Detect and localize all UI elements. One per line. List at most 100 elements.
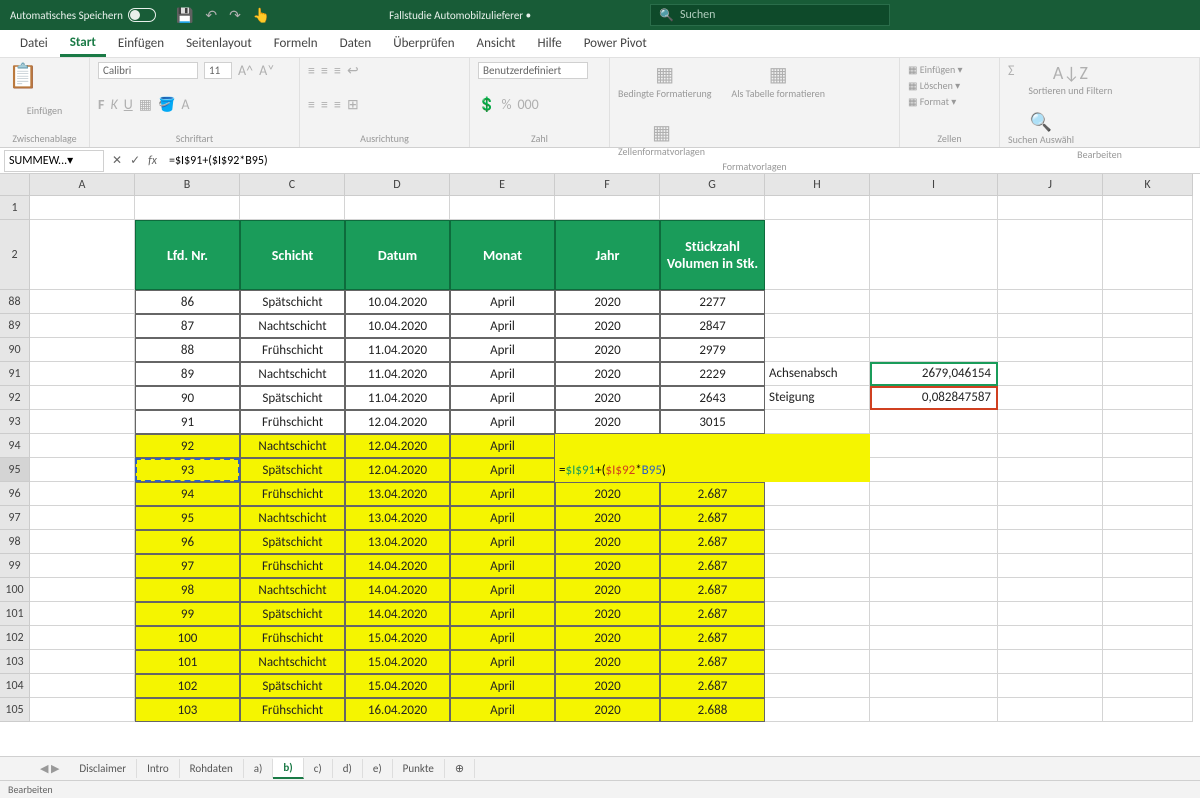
cell[interactable]: Frühschicht [240,338,345,362]
cell[interactable] [998,434,1103,458]
touch-icon[interactable]: 👆 [253,7,270,24]
border-icon[interactable]: ▦ [139,96,152,113]
cell[interactable]: 10.04.2020 [345,314,450,338]
col-header-A[interactable]: A [30,174,135,196]
align-mid-icon[interactable]: ≡ [321,62,328,79]
comma-icon[interactable]: 000 [517,96,538,113]
cell[interactable] [998,698,1103,722]
cell[interactable] [765,698,870,722]
cell[interactable]: 2643 [660,386,765,410]
accept-icon[interactable]: ✓ [130,153,140,168]
cell[interactable]: Spätschicht [240,602,345,626]
sheet-tab-e)[interactable]: e) [363,759,393,778]
font-name-select[interactable]: Calibri [98,62,198,79]
cell[interactable]: April [450,554,555,578]
cell[interactable] [30,650,135,674]
cell[interactable] [765,338,870,362]
cell[interactable]: Nachtschicht [240,362,345,386]
menu-tab-hilfe[interactable]: Hilfe [528,32,572,55]
cell-H1[interactable] [765,196,870,220]
cell-K2[interactable] [1103,220,1193,290]
cell[interactable]: Spätschicht [240,290,345,314]
cell[interactable]: 2020 [555,530,660,554]
cell[interactable]: April [450,482,555,506]
currency-icon[interactable]: 💲 [478,96,495,113]
cell[interactable]: 2020 [555,602,660,626]
cell[interactable]: April [450,578,555,602]
row-header-100[interactable]: 100 [0,578,30,602]
sheet-tab-Rohdaten[interactable]: Rohdaten [180,759,244,778]
cell[interactable] [30,338,135,362]
cell[interactable] [1103,674,1193,698]
fill-color-icon[interactable]: 🪣 [158,96,175,113]
cell[interactable] [998,578,1103,602]
cell[interactable]: 2679,046154 [870,362,998,386]
cell[interactable] [30,674,135,698]
menu-tab-überprüfen[interactable]: Überprüfen [383,32,464,55]
cell[interactable]: 97 [135,554,240,578]
cell[interactable]: 2.688 [660,698,765,722]
cell[interactable]: 86 [135,290,240,314]
sheet-tab-b)[interactable]: b) [273,758,303,779]
cell[interactable]: 13.04.2020 [345,530,450,554]
row-header-105[interactable]: 105 [0,698,30,722]
cell[interactable] [1103,530,1193,554]
menu-tab-power pivot[interactable]: Power Pivot [574,32,657,55]
font-color-icon[interactable]: A [181,96,189,113]
cell[interactable] [30,506,135,530]
col-header-J[interactable]: J [998,174,1103,196]
align-top-icon[interactable]: ≡ [308,62,315,79]
cell[interactable]: 89 [135,362,240,386]
cell-F1[interactable] [555,196,660,220]
row-header-2[interactable]: 2 [0,220,30,290]
sheet-tab-Intro[interactable]: Intro [137,759,180,778]
cell[interactable]: 12.04.2020 [345,458,450,482]
cell[interactable]: April [450,338,555,362]
cell[interactable]: 91 [135,410,240,434]
cell[interactable] [870,482,998,506]
sort-icon[interactable]: A↓Z [1053,62,1088,84]
cell[interactable] [870,458,998,482]
cell[interactable]: 2229 [660,362,765,386]
cell[interactable] [30,362,135,386]
cell[interactable] [1103,602,1193,626]
cell[interactable]: 2.687 [660,506,765,530]
cell[interactable] [30,482,135,506]
row-header-103[interactable]: 103 [0,650,30,674]
cell[interactable] [30,314,135,338]
cell[interactable]: April [450,602,555,626]
cell[interactable]: 2277 [660,290,765,314]
cell-J1[interactable] [998,196,1103,220]
cond-format-icon[interactable]: ▦ [655,63,674,87]
cell[interactable]: Frühschicht [240,482,345,506]
cell[interactable]: 2020 [555,338,660,362]
cell[interactable]: 2020 [555,626,660,650]
cell[interactable]: 3015 [660,410,765,434]
number-format-select[interactable]: Benutzerdefiniert [478,62,588,79]
col-header-H[interactable]: H [765,174,870,196]
menu-tab-seitenlayout[interactable]: Seitenlayout [176,32,262,55]
cell[interactable]: 102 [135,674,240,698]
cell[interactable]: 2020 [555,506,660,530]
align-left-icon[interactable]: ≡ [308,96,315,113]
cell[interactable]: April [450,458,555,482]
cell[interactable] [1103,554,1193,578]
cell[interactable] [1103,362,1193,386]
cell[interactable]: Achsenabsch [765,362,870,386]
cell[interactable] [30,602,135,626]
row-header-1[interactable]: 1 [0,196,30,220]
cell[interactable] [998,386,1103,410]
cell[interactable]: 96 [135,530,240,554]
cell[interactable] [30,458,135,482]
row-header-88[interactable]: 88 [0,290,30,314]
cell[interactable]: 13.04.2020 [345,482,450,506]
cell[interactable] [30,578,135,602]
cell[interactable]: 99 [135,602,240,626]
find-icon[interactable]: 🔍 [1030,111,1052,133]
cell[interactable] [765,554,870,578]
cell[interactable]: 2020 [555,290,660,314]
delete-cells[interactable]: ▦ Löschen ▾ [908,78,991,94]
cell-D1[interactable] [345,196,450,220]
row-header-92[interactable]: 92 [0,386,30,410]
cell[interactable] [870,338,998,362]
